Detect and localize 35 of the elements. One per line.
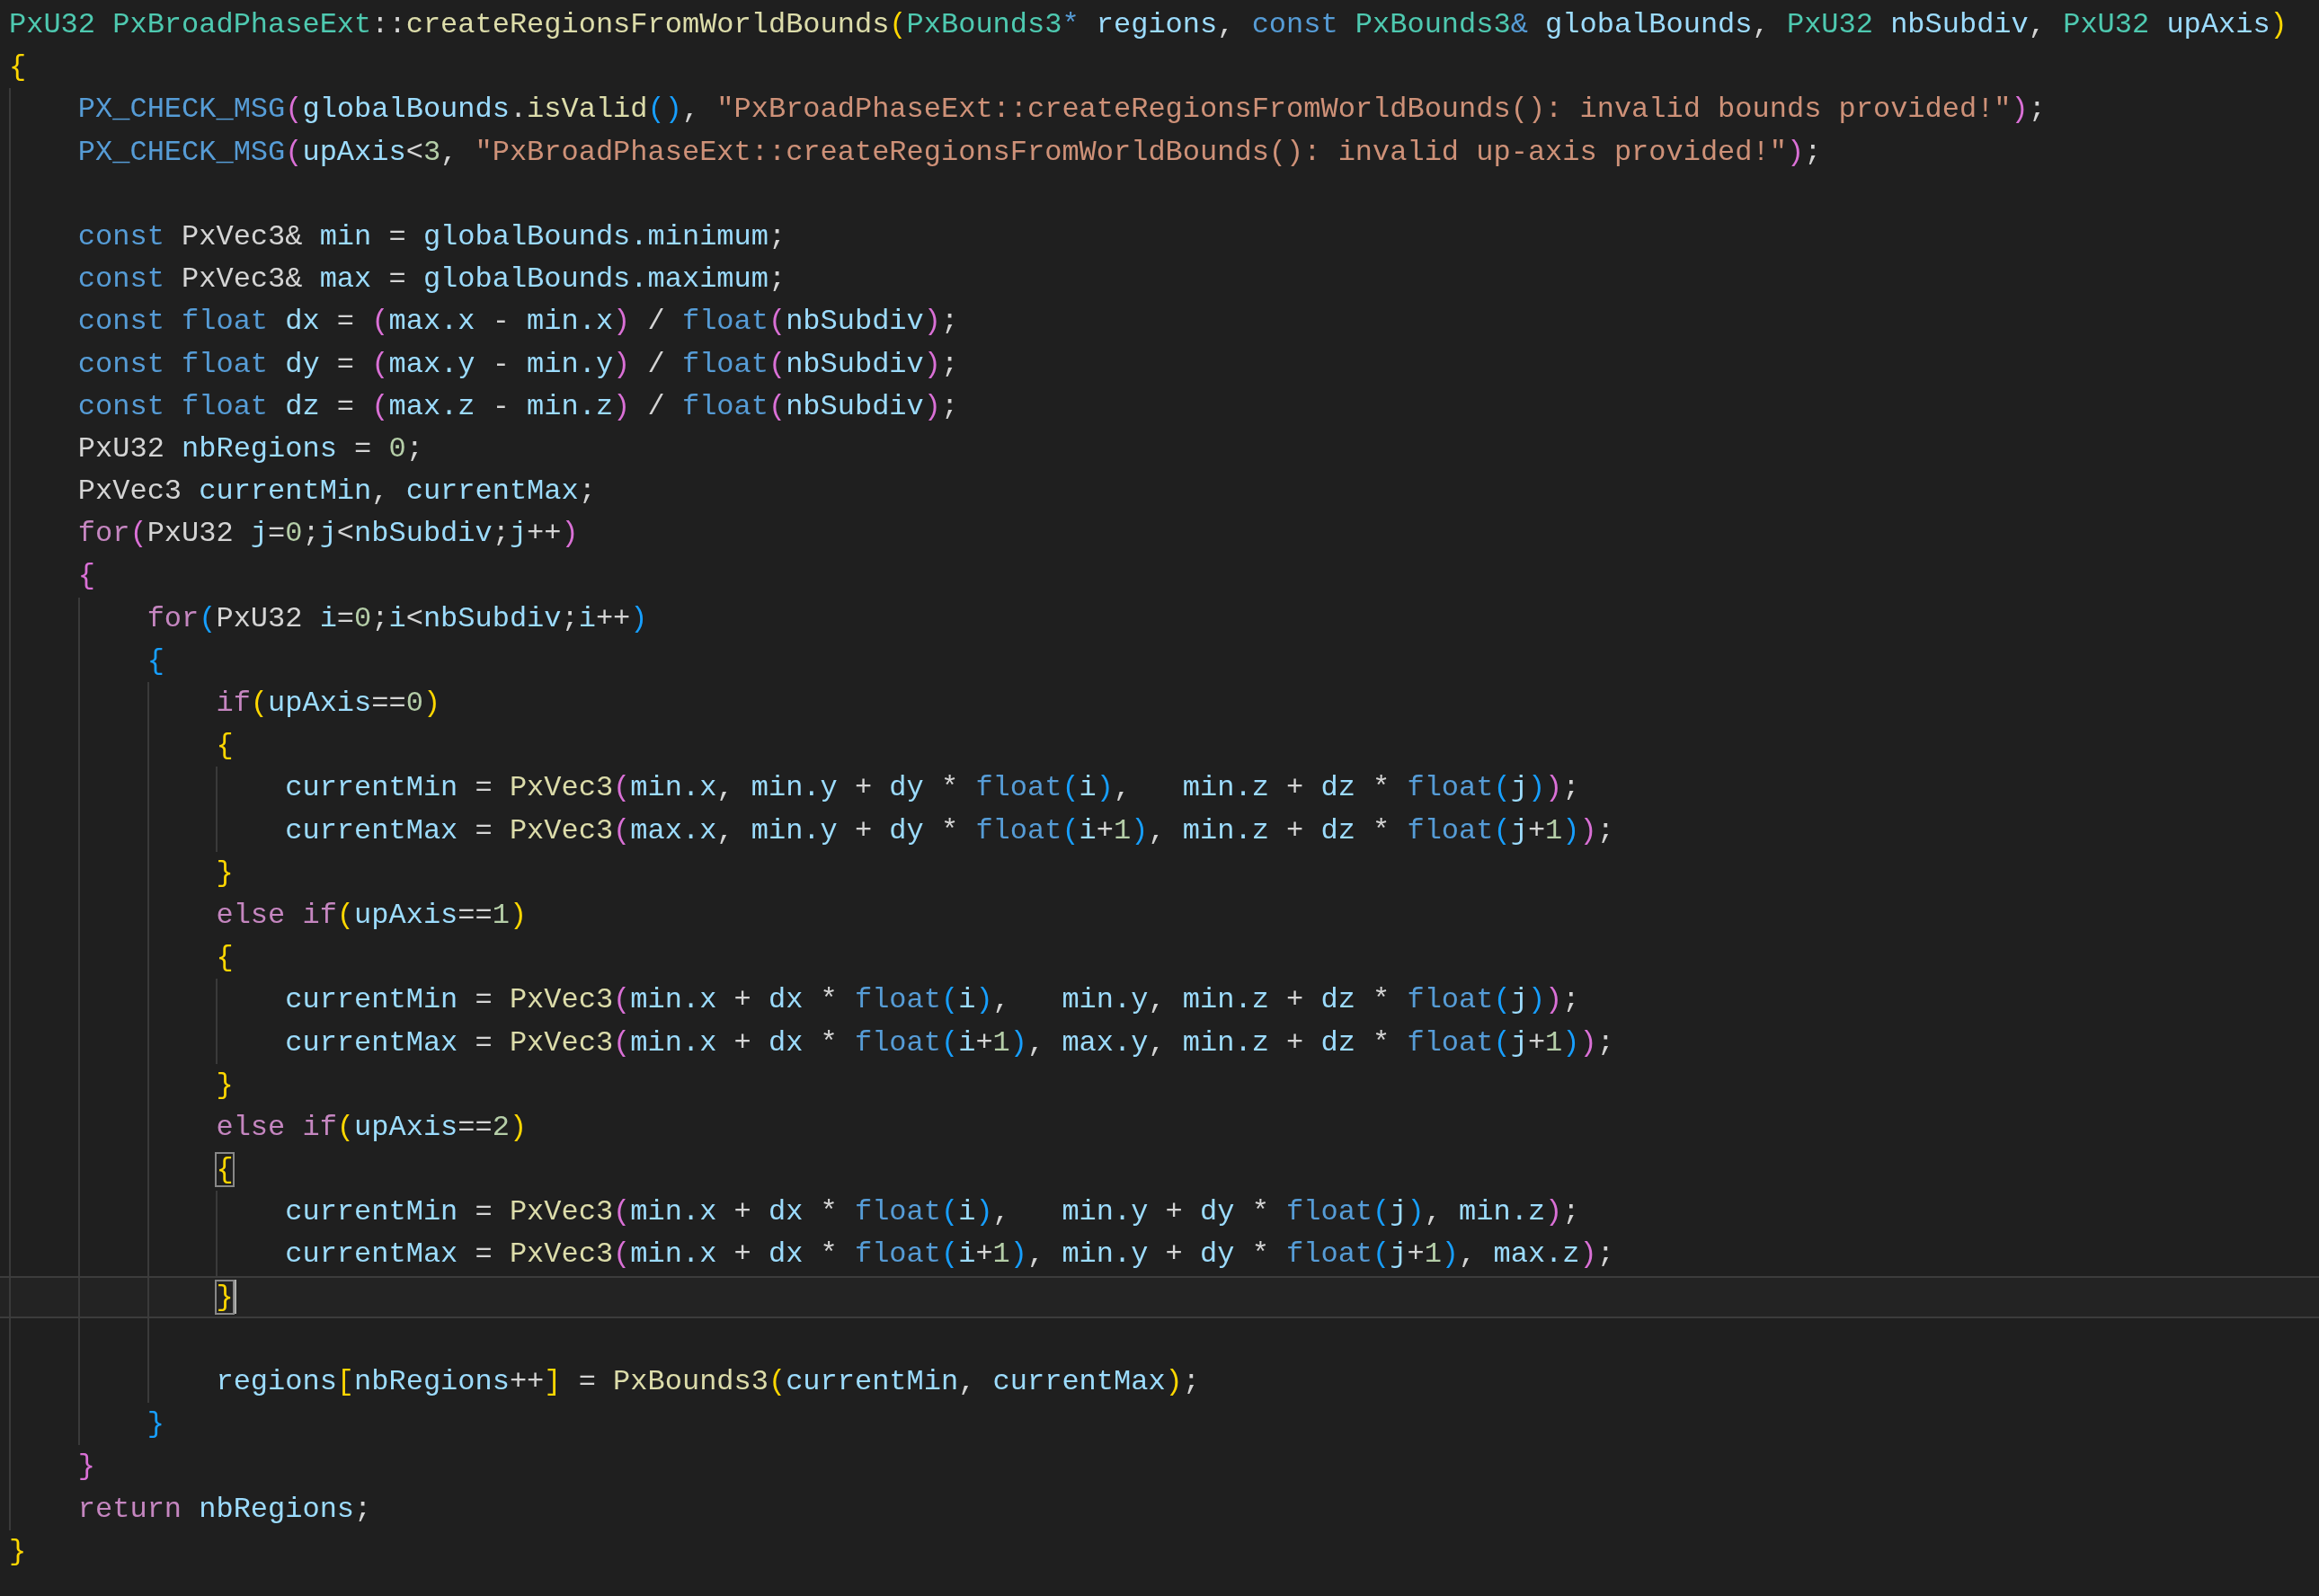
code-line: for(PxU32 j=0;j<nbSubdiv;j++): [76, 516, 579, 553]
code-line: }: [146, 1406, 164, 1443]
code-line: {: [215, 940, 234, 977]
code-line: {: [76, 558, 95, 595]
code-line: PxU32 nbRegions = 0;: [76, 430, 423, 467]
code-line: currentMin = PxVec3(min.x + dx * float(i), min.y, min.z + dz * float(j));: [284, 982, 1580, 1019]
code-line: const PxVec3& max = globalBounds.maximum;: [76, 262, 786, 298]
code-line: PxVec3 currentMin, currentMax;: [76, 474, 596, 510]
code-line: currentMax = PxVec3(min.x + dx * float(i+1), min.y + dy * float(j+1), max.z);: [284, 1237, 1614, 1273]
code-line: else if(upAxis==2): [215, 1109, 528, 1146]
code-line: {: [215, 728, 234, 765]
code-line: {: [8, 49, 27, 86]
code-line: }: [8, 1533, 27, 1570]
code-line: }: [215, 855, 234, 891]
code-line: PxU32 PxBroadPhaseExt::createRegionsFromWorldBounds(PxBounds3* regions, const PxBounds3& globalBounds, PxU32 nbSubdiv, PxU32 upAxis): [8, 7, 2288, 43]
code-line: {: [215, 1152, 234, 1189]
code-line: else if(upAxis==1): [215, 897, 528, 934]
code-line: currentMin = PxVec3(min.x, min.y + dy * float(i), min.z + dz * float(j));: [284, 770, 1580, 807]
code-line: const float dx = (max.x - min.x) / float(nbSubdiv);: [76, 304, 959, 341]
code-line: currentMax = PxVec3(min.x + dx * float(i+1), max.y, min.z + dz * float(j+1));: [284, 1024, 1614, 1061]
code-line: for(PxU32 i=0;i<nbSubdiv;i++): [146, 600, 648, 637]
code-line: const float dz = (max.z - min.z) / float(nbSubdiv);: [76, 388, 959, 425]
code-line: }: [0, 1277, 236, 1317]
code-line: currentMax = PxVec3(max.x, min.y + dy * float(i+1), min.z + dz * float(j+1));: [284, 812, 1614, 849]
code-line: }: [76, 1449, 95, 1485]
code-line: regions[nbRegions++] = PxBounds3(currentMin, currentMax);: [215, 1364, 1200, 1400]
code-line: const float dy = (max.y - min.y) / float(nbSubdiv);: [76, 346, 959, 383]
code-line: if(upAxis==0): [215, 686, 441, 722]
code-line: PX_CHECK_MSG(globalBounds.isValid(), "PxBroadPhaseExt::createRegionsFromWorldBounds(): invalid bounds provided!");: [76, 92, 2046, 129]
code-line: return nbRegions;: [76, 1491, 372, 1528]
code-line: const PxVec3& min = globalBounds.minimum;: [76, 218, 786, 255]
code-line: {: [146, 643, 164, 679]
code-line: currentMin = PxVec3(min.x + dx * float(i), min.y + dy * float(j), min.z);: [284, 1194, 1580, 1231]
code-line: PX_CHECK_MSG(upAxis<3, "PxBroadPhaseExt::createRegionsFromWorldBounds(): invalid up-axis provided!");: [76, 134, 1822, 171]
code-line: }: [215, 1067, 234, 1104]
